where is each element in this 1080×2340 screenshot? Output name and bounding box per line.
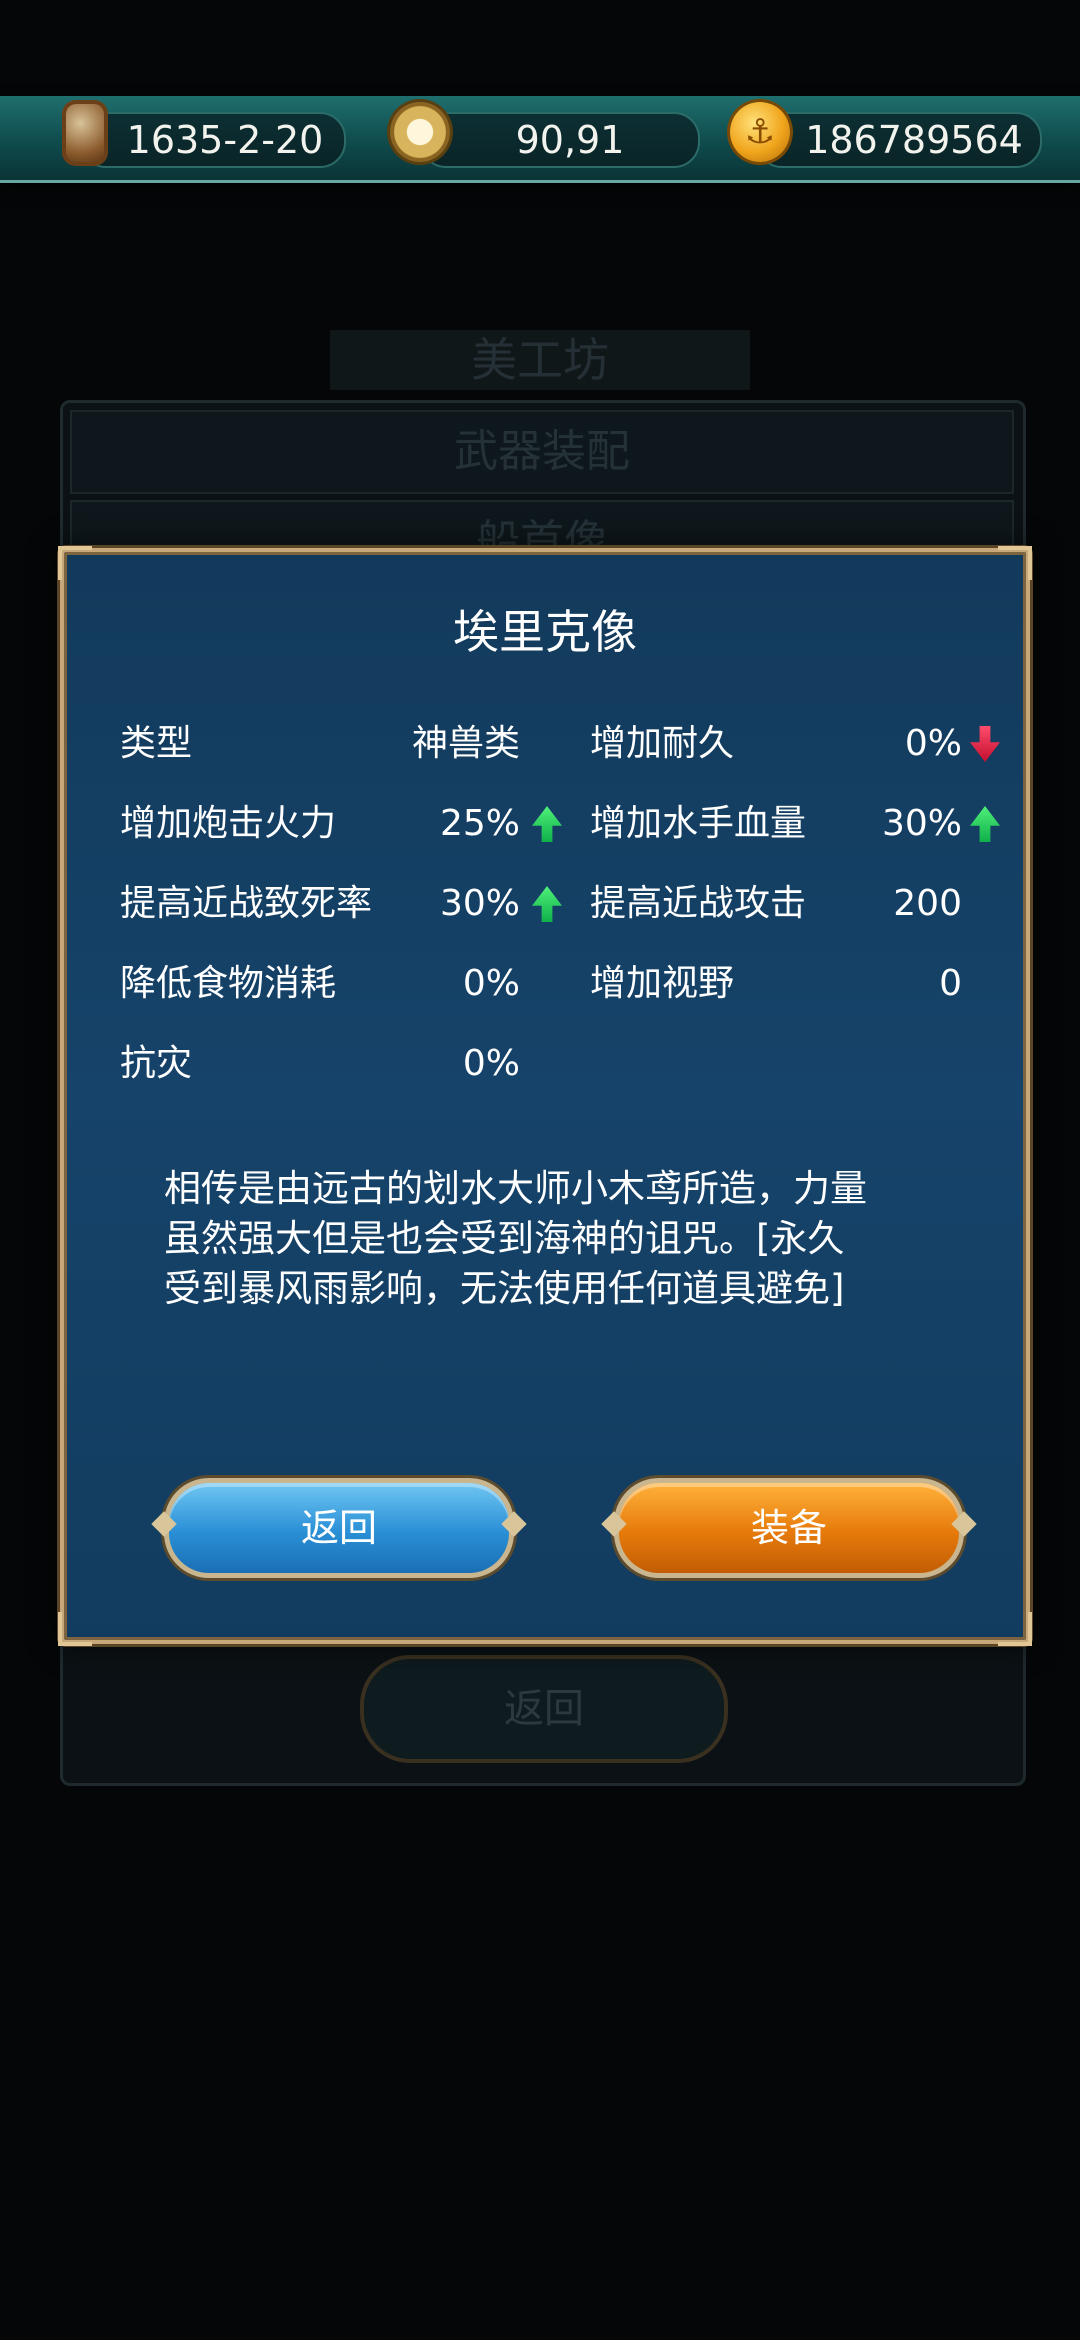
- corner-ornament: [58, 1612, 92, 1646]
- stat-label: 提高近战攻击: [590, 883, 807, 924]
- background-row-weapons: 武器装配: [70, 410, 1014, 494]
- stat-label: 抗灾: [120, 1043, 193, 1084]
- background-back-button: 返回: [360, 1655, 728, 1763]
- down-arrow-icon: [970, 726, 1000, 762]
- stat-disaster-resistance: 抗灾 0%: [120, 1034, 520, 1094]
- up-arrow-icon: [532, 886, 562, 922]
- item-detail-dialog: 埃里克像 类型 神兽类 增加炮击火力 25% 提高近战致死率 30% 降低食物消…: [58, 546, 1032, 1646]
- stat-label: 增加耐久: [590, 723, 735, 764]
- stat-value: 30%: [439, 883, 520, 924]
- stat-value: 0%: [462, 1043, 520, 1084]
- date-text: 1635-2-20: [126, 118, 324, 162]
- stat-cannon-firepower: 增加炮击火力 25%: [120, 794, 562, 854]
- background-title: 美工坊: [330, 330, 750, 390]
- stat-value: 30%: [881, 803, 962, 844]
- stat-value: 神兽类: [411, 723, 520, 764]
- date-display: 1635-2-20: [80, 112, 346, 168]
- item-description: 相传是由远古的划水大师小木鸢所造，力量 虽然强大但是也会受到海神的诅咒。[永久 …: [164, 1164, 944, 1314]
- stat-value: 25%: [439, 803, 520, 844]
- stat-label: 增加炮击火力: [120, 803, 337, 844]
- description-line: 虽然强大但是也会受到海神的诅咒。[永久: [164, 1217, 845, 1260]
- stat-value: 0%: [462, 963, 520, 1004]
- up-arrow-icon: [532, 806, 562, 842]
- compass-icon: [390, 102, 450, 162]
- gold-display: 186789564: [756, 112, 1042, 168]
- up-arrow-icon: [970, 806, 1000, 842]
- stat-melee-attack: 提高近战攻击 200: [590, 874, 962, 934]
- coords-display: 90,91: [420, 112, 700, 168]
- dialog-title: 埃里克像: [453, 605, 637, 659]
- stat-value: 0: [939, 963, 962, 1004]
- corner-ornament: [998, 546, 1032, 580]
- corner-ornament: [998, 1612, 1032, 1646]
- coords-text: 90,91: [515, 118, 625, 162]
- back-button[interactable]: 返回: [164, 1478, 514, 1578]
- resource-bar: 1635-2-20 90,91 186789564 ⚓: [0, 96, 1080, 183]
- description-line: 相传是由远古的划水大师小木鸢所造，力量: [164, 1167, 867, 1210]
- gold-text: 186789564: [805, 118, 1023, 162]
- stat-label: 降低食物消耗: [120, 963, 337, 1004]
- stat-durability: 增加耐久 0%: [590, 714, 1000, 774]
- stat-vision: 增加视野 0: [590, 954, 962, 1014]
- stat-type: 类型 神兽类: [120, 714, 520, 774]
- stat-label: 类型: [120, 723, 193, 764]
- anchor-coin-icon: ⚓: [730, 102, 790, 162]
- stat-value: 200: [893, 883, 962, 924]
- stat-melee-lethality: 提高近战致死率 30%: [120, 874, 562, 934]
- stat-label: 增加视野: [590, 963, 735, 1004]
- description-line: 受到暴风雨影响，无法使用任何道具避免]: [164, 1267, 845, 1310]
- stat-food-consumption: 降低食物消耗 0%: [120, 954, 520, 1014]
- hourglass-icon: [62, 100, 108, 166]
- stat-label: 增加水手血量: [590, 803, 807, 844]
- corner-ornament: [58, 546, 92, 580]
- stat-value: 0%: [904, 723, 962, 764]
- equip-button[interactable]: 装备: [614, 1478, 964, 1578]
- stat-sailor-hp: 增加水手血量 30%: [590, 794, 1000, 854]
